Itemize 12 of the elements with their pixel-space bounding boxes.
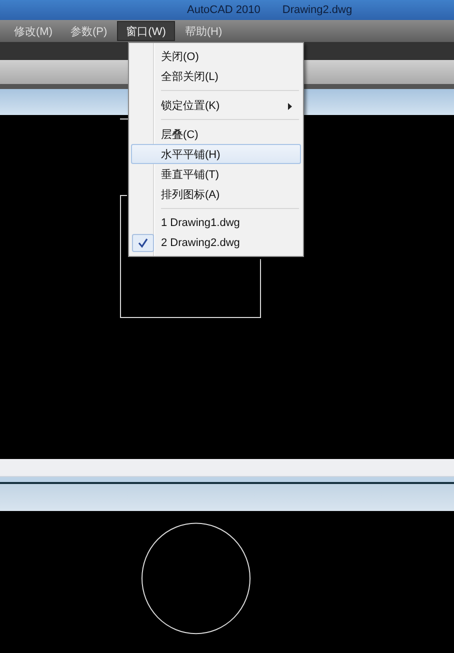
dropdown-item[interactable]: 关闭(O) (131, 46, 301, 66)
dropdown-item[interactable]: 2 Drawing2.dwg (131, 233, 301, 253)
menu-item[interactable]: 窗口(W) (117, 21, 175, 41)
dropdown-item[interactable]: 垂直平铺(T) (131, 164, 301, 184)
app-title: AutoCAD 2010 (187, 4, 260, 16)
dropdown-item[interactable]: 锁定位置(K) (131, 95, 301, 115)
dropdown-item[interactable]: 排列图标(A) (131, 184, 301, 204)
dropdown-item[interactable]: 全部关闭(L) (131, 66, 301, 86)
dropdown-item[interactable]: 水平平铺(H) (131, 144, 301, 164)
dropdown-item[interactable]: 1 Drawing1.dwg (131, 213, 301, 233)
dropdown-item[interactable]: 层叠(C) (131, 124, 301, 144)
document-title: Drawing2.dwg (282, 4, 352, 16)
